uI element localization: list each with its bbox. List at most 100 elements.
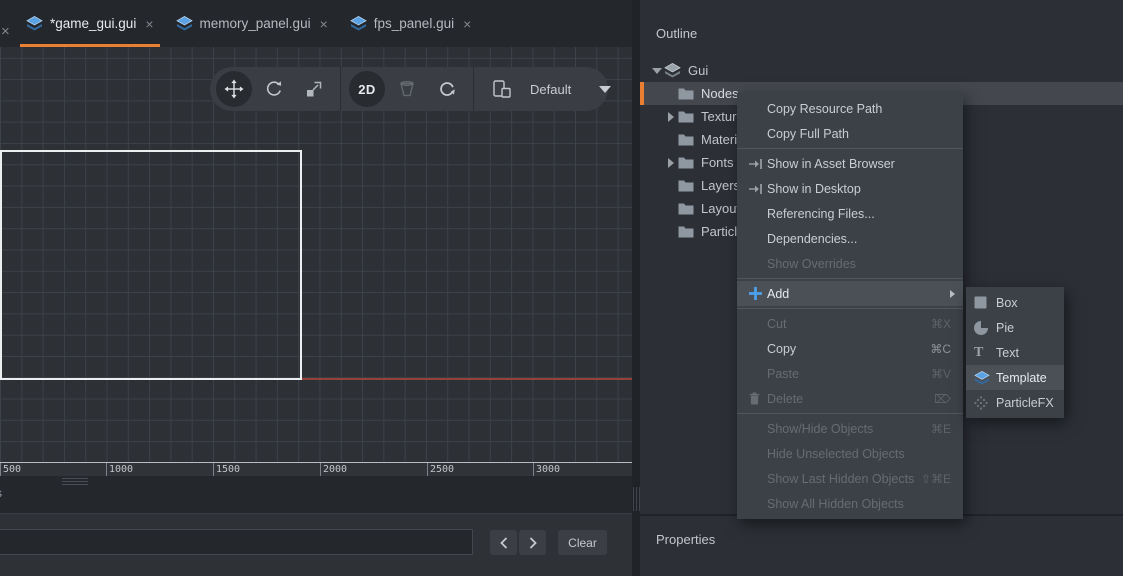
frustum-icon [397,79,417,99]
tab-game-gui[interactable]: *game_gui.gui × [20,0,160,47]
particlefx-icon [974,396,988,410]
outline-panel-title: Outline [656,26,697,41]
folder-icon [678,87,694,100]
outline-item-label: Gui [688,63,708,78]
scale-icon [304,79,324,99]
folder-icon [678,156,694,169]
search-input[interactable] [0,529,473,555]
menu-item-referencing-files[interactable]: Referencing Files... [737,201,963,226]
menu-separator [737,278,963,279]
pie-icon [974,321,988,335]
menu-separator [737,148,963,149]
menu-item-show-last-hidden-objects: Show Last Hidden Objects ⇧⌘E [737,466,963,491]
outline-item-label: Fonts [701,155,734,170]
menu-item-show-in-asset-browser[interactable]: Show in Asset Browser [737,151,963,176]
menu-item-copy-full-path[interactable]: Copy Full Path [737,121,963,146]
text-icon: T [974,346,983,360]
chevron-right-icon [529,537,537,549]
menu-item-cut: Cut ⌘X [737,311,963,336]
clear-button[interactable]: Clear [558,530,607,555]
tab-label: memory_panel.gui [200,16,311,31]
refresh-icon [437,79,457,99]
scene-toolbar: 2D Default [210,67,608,111]
horizontal-ruler: 500 1000 1500 2000 2500 3000 [0,462,632,476]
chevron-right-icon[interactable] [668,112,674,122]
bottom-splitter-strip: s [0,476,632,513]
device-profile-button[interactable] [484,71,520,107]
clear-button-label: Clear [568,536,597,550]
gui-layers-icon [664,63,681,78]
toolbar-separator [340,67,341,111]
outline-item-label: Layers [701,178,740,193]
menu-item-show-overrides: Show Overrides [737,251,963,276]
chevron-down-icon[interactable] [652,68,662,74]
find-next-button[interactable] [519,530,546,555]
outline-item-gui[interactable]: Gui [640,59,1123,82]
tab-label: fps_panel.gui [374,16,454,31]
scale-tool-button[interactable] [296,71,332,107]
close-icon[interactable]: × [463,16,471,32]
menu-item-delete: Delete ⌦ [737,386,963,411]
menu-item-show-all-hidden-objects: Show All Hidden Objects [737,491,963,516]
submenu-arrow-icon [950,290,955,298]
jump-to-icon [749,158,763,170]
menu-item-dependencies[interactable]: Dependencies... [737,226,963,251]
menu-item-show-in-desktop[interactable]: Show in Desktop [737,176,963,201]
menu-item-hide-unselected-objects: Hide Unselected Objects [737,441,963,466]
submenu-item-template[interactable]: Template [966,365,1064,390]
properties-panel-title: Properties [656,532,715,547]
menu-item-copy-resource-path[interactable]: Copy Resource Path [737,96,963,121]
2d-mode-label: 2D [358,82,376,97]
context-menu: Copy Resource Path Copy Full Path Show i… [737,93,963,519]
tab-memory-panel[interactable]: memory_panel.gui × [170,0,334,47]
gui-bounds-rect [0,150,302,380]
folder-icon [678,225,694,238]
horizontal-splitter-handle[interactable] [62,478,88,486]
menu-item-show-hide-objects: Show/Hide Objects ⌘E [737,416,963,441]
find-previous-button[interactable] [490,530,517,555]
menu-item-add[interactable]: Add [737,281,963,306]
submenu-item-particlefx[interactable]: ParticleFX [966,390,1064,415]
folder-icon [678,133,694,146]
add-submenu: Box Pie T Text Template ParticleFX [966,287,1064,418]
vertical-splitter-handle[interactable] [632,487,640,511]
chevron-right-icon[interactable] [668,158,674,168]
gui-file-icon [176,16,193,31]
frustum-culling-button[interactable] [389,71,425,107]
editor-tab-bar: × *game_gui.gui × memory_panel.gui × fps… [0,0,632,47]
close-icon[interactable]: × [145,16,153,32]
submenu-item-pie[interactable]: Pie [966,315,1064,340]
template-layers-icon [974,371,990,385]
menu-item-paste: Paste ⌘V [737,361,963,386]
reload-button[interactable] [429,71,465,107]
move-tool-button[interactable] [216,71,252,107]
folder-icon [678,179,694,192]
menu-item-copy[interactable]: Copy ⌘C [737,336,963,361]
clipped-text-fragment: s [0,486,2,500]
folder-icon [678,202,694,215]
vertical-splitter[interactable] [632,0,640,576]
close-icon[interactable]: × [1,24,10,39]
chevron-down-icon[interactable] [599,86,611,93]
tab-fps-panel[interactable]: fps_panel.gui × [344,0,478,47]
box-icon [974,296,987,309]
device-icon [491,79,513,99]
rotate-icon [264,79,284,99]
scene-viewport[interactable]: 2D Default [0,47,632,462]
chevron-left-icon [500,537,508,549]
submenu-item-text[interactable]: T Text [966,340,1064,365]
2d-mode-button[interactable]: 2D [349,71,385,107]
console-search-bar: Clear [0,513,632,576]
gui-file-icon [26,16,43,31]
menu-separator [737,308,963,309]
trash-icon [749,392,760,405]
submenu-item-box[interactable]: Box [966,290,1064,315]
jump-to-icon [749,183,763,195]
tab-label: *game_gui.gui [50,16,136,31]
close-icon[interactable]: × [320,16,328,32]
rotate-tool-button[interactable] [256,71,292,107]
gui-file-icon [350,16,367,31]
toolbar-separator [473,67,474,111]
profile-select-value[interactable]: Default [530,82,571,97]
outline-item-label: Nodes [701,86,739,101]
